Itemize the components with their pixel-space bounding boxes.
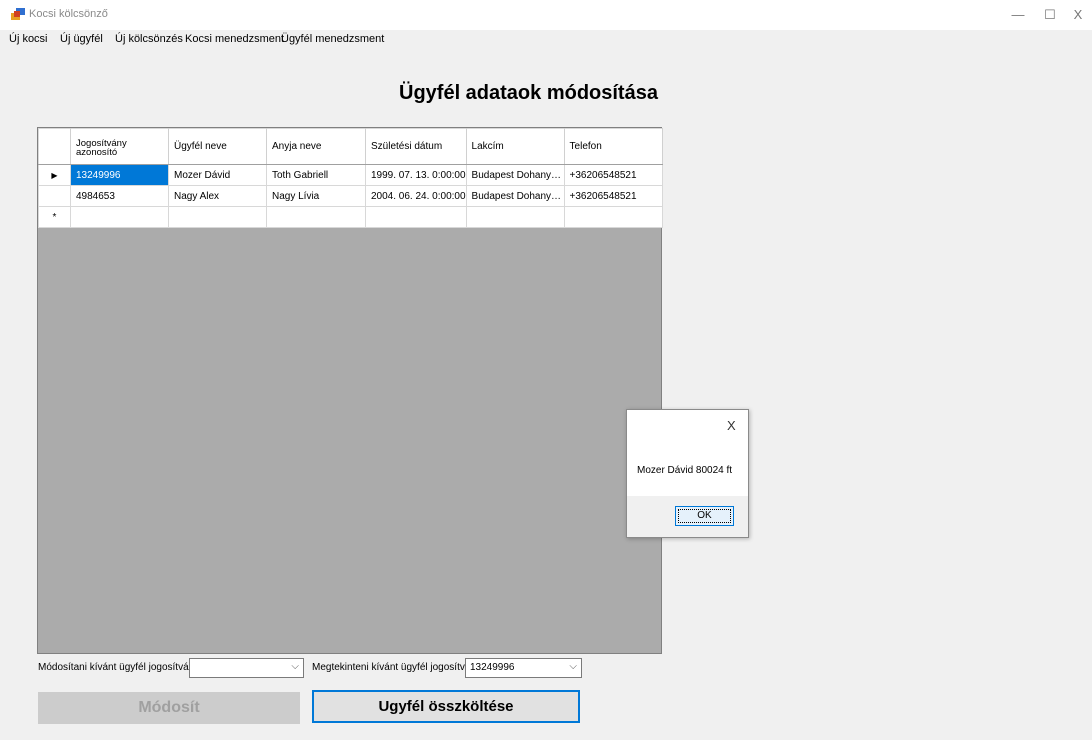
table-cell[interactable]: Nagy Lívia (266, 185, 366, 207)
table-cell[interactable]: Nagy Alex (168, 185, 267, 207)
dialog-message: Mozer Dávid 80024 ft (637, 465, 733, 476)
table-cell[interactable]: Budapest Dohany utca... (465, 185, 565, 207)
table-cell[interactable]: +36206548521 (563, 185, 663, 207)
menu-item-new-rental[interactable]: Új kölcsönzés (115, 33, 183, 45)
table-cell[interactable]: Toth Gabriell (266, 164, 366, 186)
table-cell[interactable]: 2004. 06. 24. 0:00:00 (365, 185, 467, 207)
menu-bar: Új kocsi Új ügyfél Új kölcsönzés Kocsi m… (0, 30, 1092, 50)
row-header[interactable] (38, 185, 71, 207)
column-header-birth-date[interactable]: Születési dátum (365, 128, 467, 165)
column-header-license-id[interactable]: Jogosítvány azonosító (70, 128, 169, 165)
table-cell[interactable] (465, 206, 565, 228)
table-row[interactable]: ▶ 13249996 Mozer Dávid Toth Gabriell 199… (38, 164, 663, 186)
column-header-address[interactable]: Lakcím (465, 128, 565, 165)
window-title: Kocsi kölcsönző (29, 8, 108, 20)
table-cell[interactable] (563, 206, 663, 228)
chevron-down-icon: ⌵ (569, 661, 577, 672)
view-license-select[interactable]: 13249996 ⌵ (465, 658, 582, 678)
new-row[interactable]: * (38, 206, 663, 228)
column-header-mother-name[interactable]: Anyja neve (266, 128, 366, 165)
page-title: Ügyfél adataok módosítása (399, 82, 658, 104)
customer-table[interactable]: Jogosítvány azonosító Ügyfél neve Anyja … (38, 128, 663, 228)
menu-item-customer-management[interactable]: Ügyfél menedzsment (281, 33, 384, 45)
table-cell[interactable]: +36206548521 (563, 164, 663, 186)
table-cell[interactable]: Mozer Dávid (168, 164, 267, 186)
table-cell[interactable]: Budapest Dohany utca... (465, 164, 565, 186)
table-cell[interactable]: 4984653 (70, 185, 169, 207)
current-row-indicator[interactable]: ▶ (38, 164, 71, 186)
table-cell[interactable] (266, 206, 366, 228)
view-license-label: Megtekinteni kívánt ügyfél jogosítványa: (312, 662, 490, 673)
table-cell[interactable] (168, 206, 267, 228)
ok-button[interactable]: OK (675, 506, 734, 526)
table-cell[interactable]: 13249996 (70, 164, 169, 186)
column-header-phone[interactable]: Telefon (563, 128, 663, 165)
customer-total-button[interactable]: Ugyfél összköltése (312, 690, 580, 723)
table-header-row: Jogosítvány azonosító Ügyfél neve Anyja … (38, 128, 663, 165)
message-dialog: X Mozer Dávid 80024 ft OK (626, 409, 749, 538)
chevron-down-icon: ⌵ (291, 661, 299, 672)
close-button[interactable]: X (1058, 2, 1092, 28)
table-cell[interactable] (365, 206, 467, 228)
modify-license-label: Módosítani kívánt ügyfél jogosítványa: (38, 662, 208, 673)
menu-item-car-management[interactable]: Kocsi menedzsment (185, 33, 284, 45)
table-cell[interactable]: 1999. 07. 13. 0:00:00 (365, 164, 467, 186)
new-row-indicator[interactable]: * (38, 206, 71, 228)
table-row[interactable]: 4984653 Nagy Alex Nagy Lívia 2004. 06. 2… (38, 185, 663, 207)
dialog-footer: OK (627, 496, 748, 537)
dialog-close-button[interactable]: X (727, 418, 736, 433)
menu-item-new-car[interactable]: Új kocsi (9, 33, 48, 45)
title-bar: Kocsi kölcsönző — ☐ X (0, 0, 1092, 30)
menu-item-new-customer[interactable]: Új ügyfél (60, 33, 103, 45)
header-corner (38, 128, 71, 165)
table-cell[interactable] (70, 206, 169, 228)
ok-focus-rect (678, 509, 731, 523)
modify-license-select[interactable]: ⌵ (189, 658, 304, 678)
app-icon (11, 8, 25, 20)
view-license-value: 13249996 (470, 662, 515, 673)
modify-button[interactable]: Módosít (38, 692, 300, 724)
column-header-customer-name[interactable]: Ügyfél neve (168, 128, 267, 165)
